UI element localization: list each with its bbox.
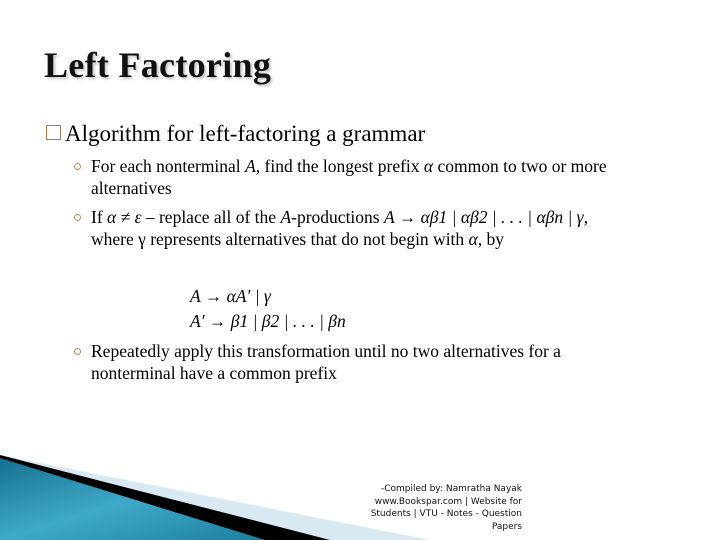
main-bullet-text: Algorithm for left-factoring a grammar	[65, 121, 426, 146]
circle-bullet-icon	[74, 163, 81, 170]
var: α	[423, 156, 434, 176]
credit-line: www.Bookspar.com | Website for	[374, 496, 522, 507]
main-bullet: Algorithm for left-factoring a grammar	[46, 121, 425, 147]
sub-bullet-1: For each nonterminal A, find the longest…	[74, 155, 607, 199]
square-bullet-icon	[46, 125, 61, 140]
credit-line: Students | VTU - Notes - Question	[370, 509, 522, 519]
text: where γ represents alternatives that do …	[91, 229, 469, 249]
slide-title: Left Factoring	[44, 45, 272, 85]
text: – replace all of the	[141, 207, 281, 227]
text: by	[482, 229, 505, 249]
text: nonterminal have a common prefix	[91, 363, 337, 383]
var: A,	[245, 156, 261, 176]
text: -productions	[291, 207, 384, 227]
var: A	[280, 207, 292, 227]
text: common to two or more	[433, 156, 607, 176]
var: α ≠ ε	[107, 207, 142, 227]
sub-bullet-2: If α ≠ ε – replace all of the A-producti…	[74, 206, 588, 250]
var: α,	[468, 229, 483, 249]
text: find the longest prefix	[260, 156, 424, 176]
credit-line: -Compiled by: Namratha Nayak	[380, 484, 522, 494]
credit-line: Papers	[491, 521, 522, 532]
text: alternatives	[91, 178, 172, 198]
production: A → αβ1 | αβ2 | . . . | αβn | γ,	[383, 207, 588, 227]
text: If	[91, 207, 108, 227]
credit-footer: -Compiled by: Namratha Nayak www.Bookspa…	[371, 483, 522, 533]
sub-bullet-3: Repeatedly apply this transformation unt…	[74, 340, 561, 384]
text: Repeatedly apply this transformation unt…	[91, 341, 561, 361]
text: For each nonterminal	[91, 156, 246, 176]
formula-1: A → αA′ | γ	[190, 286, 271, 306]
formula-2: A′ → β1 | β2 | . . . | βn	[190, 311, 346, 331]
circle-bullet-icon	[74, 348, 81, 355]
circle-bullet-icon	[74, 214, 81, 221]
